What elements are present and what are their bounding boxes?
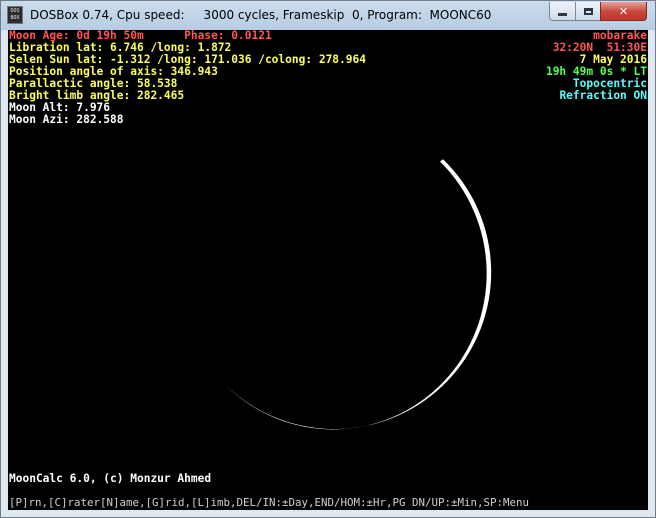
close-icon: ✕ [618,4,629,18]
keyboard-help-bar: [P]rn,[C]rater[N]ame,[G]rid,[L]imb,DEL/I… [9,496,530,509]
minimize-button[interactable] [549,2,576,21]
title-bar[interactable]: DOS BOX DOSBox 0.74, Cpu speed: 3000 cyc… [1,1,655,30]
window-title: DOSBox 0.74, Cpu speed: 3000 cycles, Fra… [30,8,492,22]
refraction-status: Refraction ON [559,89,647,102]
close-button[interactable]: ✕ [600,2,647,21]
icon-text-top: DOS [10,8,20,14]
dosbox-icon[interactable]: DOS BOX [7,6,23,24]
dosbox-window: DOS BOX DOSBox 0.74, Cpu speed: 3000 cyc… [0,0,656,518]
maximize-button[interactable] [575,2,601,21]
moon-crescent [216,159,489,430]
moon-azi-line: Moon Azi: 282.588 [9,113,124,126]
minimize-icon [558,12,567,16]
icon-text-bottom: BOX [10,15,20,21]
credits-line: MoonCalc 6.0, (c) Monzur Ahmed [9,472,212,485]
maximize-icon [583,7,593,15]
dos-screen[interactable]: Moon Age: 0d 19h 50m Phase: 0.0121 Libra… [8,30,648,510]
moon-crescent-fill [226,159,492,430]
